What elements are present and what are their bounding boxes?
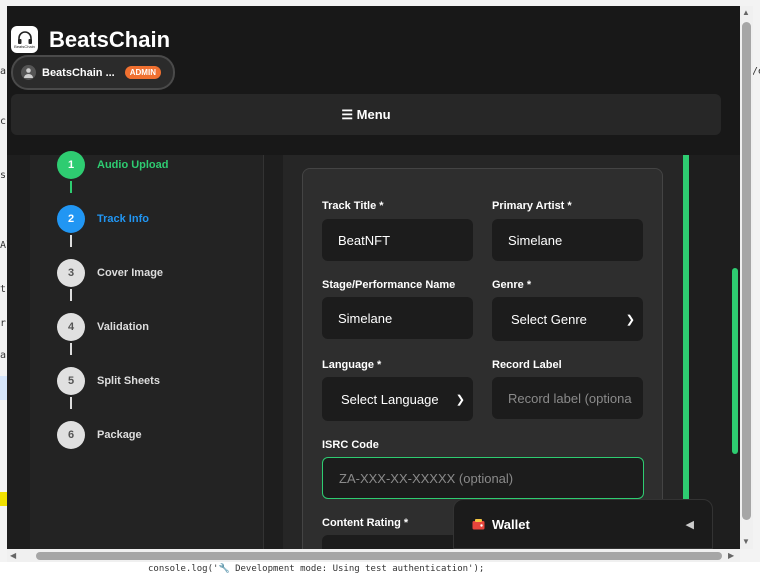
step-number: 1 [57, 151, 85, 179]
language-select[interactable]: Select Language ❯ [322, 377, 473, 421]
host-code-line: console.log('🔧 Development mode: Using t… [148, 564, 485, 573]
stage-name-input[interactable]: Simelane [322, 297, 473, 339]
isrc-label: ISRC Code [322, 439, 379, 451]
scroll-right-arrow-icon[interactable]: ▶ [728, 551, 734, 560]
inner-scrollbar-thumb[interactable] [732, 268, 738, 454]
scroll-left-arrow-icon[interactable]: ◀ [10, 551, 16, 560]
step-validation[interactable]: 4 Validation [57, 313, 149, 341]
user-profile-pill[interactable]: BeatsChain ... ADMIN [11, 55, 175, 90]
host-fragment: r [0, 318, 7, 329]
language-label: Language * [322, 359, 382, 371]
primary-artist-label: Primary Artist * [492, 200, 572, 212]
step-label: Track Info [97, 213, 149, 225]
horizontal-scrollbar-thumb[interactable] [36, 552, 722, 560]
admin-badge: ADMIN [124, 66, 161, 79]
step-label: Cover Image [97, 267, 164, 279]
app-header: BeatsChain BeatsChain BeatsChain ... ADM… [7, 6, 740, 155]
record-label-label: Record Label [492, 359, 562, 371]
menu-label: ☰ Menu [341, 106, 391, 122]
host-fragment: c [0, 116, 7, 127]
content-rating-label: Content Rating * [322, 517, 409, 529]
genre-select[interactable]: Select Genre ❯ [492, 297, 643, 341]
step-package[interactable]: 6 Package [57, 421, 142, 449]
step-label: Audio Upload [97, 159, 169, 171]
genre-selected-value: Select Genre [511, 311, 587, 327]
wallet-icon [472, 518, 485, 529]
chevron-down-icon: ❯ [625, 313, 635, 326]
brand-logo-text: BeatsChain [14, 43, 35, 49]
step-connector [70, 289, 72, 301]
host-fragment: t [0, 284, 7, 295]
track-title-input[interactable]: BeatNFT [322, 219, 473, 261]
step-audio-upload[interactable]: 1 Audio Upload [57, 151, 169, 179]
scroll-up-arrow-icon[interactable]: ▲ [742, 8, 750, 17]
step-label: Validation [97, 321, 149, 333]
host-fragment: a [0, 350, 7, 361]
isrc-input[interactable]: ZA-XXX-XX-XXXXX (optional) [322, 457, 644, 499]
content-area: 1 Audio Upload 2 Track Info 3 Cover Imag… [7, 151, 740, 549]
step-connector [70, 235, 72, 247]
stage-name-label: Stage/Performance Name [322, 279, 456, 291]
step-sidebar: 1 Audio Upload 2 Track Info 3 Cover Imag… [30, 151, 264, 549]
app-title: BeatsChain [49, 26, 171, 52]
host-fragment: /e [752, 66, 760, 77]
host-highlight [0, 492, 7, 506]
headphones-icon [17, 30, 32, 44]
step-connector [70, 397, 72, 409]
step-split-sheets[interactable]: 5 Split Sheets [57, 367, 160, 395]
content-rating-select[interactable] [322, 535, 473, 549]
host-highlight [0, 376, 7, 400]
track-info-panel: Track Title * BeatNFT Primary Artist * S… [283, 155, 686, 549]
primary-artist-input[interactable]: Simelane [492, 219, 643, 261]
track-title-label: Track Title * [322, 200, 384, 212]
app-viewport: BeatsChain BeatsChain BeatsChain ... ADM… [7, 6, 740, 549]
step-number: 5 [57, 367, 85, 395]
step-number: 3 [57, 259, 85, 287]
step-cover-image[interactable]: 3 Cover Image [57, 259, 163, 287]
user-icon [21, 65, 36, 80]
host-fragment: a [0, 66, 7, 77]
wallet-panel[interactable]: Wallet ◀ [453, 499, 713, 549]
track-info-form: Track Title * BeatNFT Primary Artist * S… [302, 168, 663, 549]
host-fragment: s [0, 170, 7, 181]
user-name: BeatsChain ... [42, 66, 115, 79]
step-track-info[interactable]: 2 Track Info [57, 205, 149, 233]
step-label: Split Sheets [97, 375, 160, 387]
step-label: Package [97, 429, 142, 441]
menu-button[interactable]: ☰ Menu [11, 94, 721, 135]
brand-logo: BeatsChain [11, 26, 38, 53]
brand[interactable]: BeatsChain BeatsChain [11, 26, 170, 53]
vertical-scrollbar-thumb[interactable] [742, 22, 751, 520]
collapse-icon[interactable]: ◀ [686, 518, 694, 531]
step-number: 6 [57, 421, 85, 449]
step-number: 4 [57, 313, 85, 341]
step-connector [70, 181, 72, 193]
scroll-down-arrow-icon[interactable]: ▼ [742, 537, 750, 546]
record-label-input[interactable]: Record label (optiona [492, 377, 643, 419]
chevron-down-icon: ❯ [455, 393, 465, 406]
wallet-label: Wallet [492, 516, 530, 532]
language-selected-value: Select Language [341, 391, 439, 407]
step-connector [70, 343, 72, 355]
genre-label: Genre * [492, 279, 532, 291]
step-number: 2 [57, 205, 85, 233]
progress-accent-bar [683, 155, 689, 515]
